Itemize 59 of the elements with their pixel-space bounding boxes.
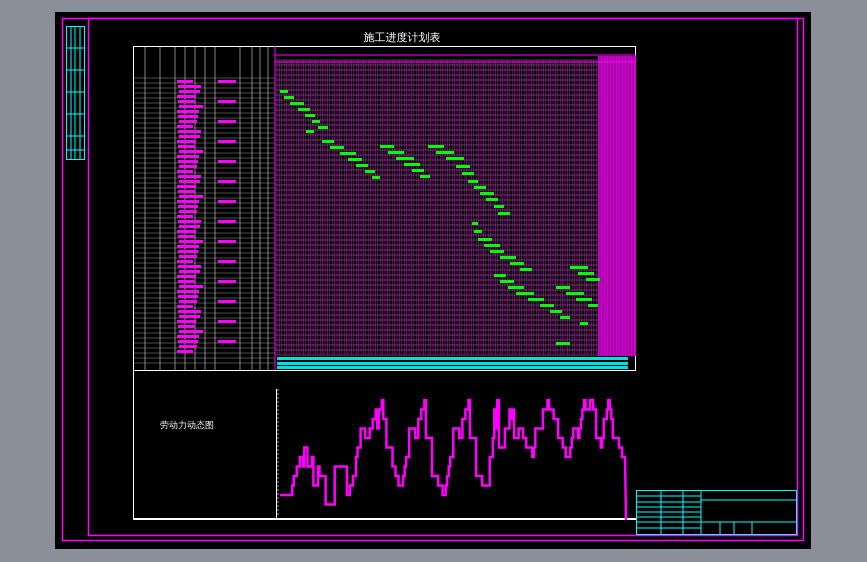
task-bar xyxy=(474,186,486,189)
task-bar xyxy=(520,268,532,271)
task-bar xyxy=(474,230,482,233)
task-bar xyxy=(462,172,474,175)
schedule-title: 施工进度计划表 xyxy=(364,31,440,44)
task-bar xyxy=(540,304,554,307)
task-bar xyxy=(322,140,334,143)
task-bar xyxy=(478,238,492,241)
task-bar xyxy=(508,286,524,289)
task-bar xyxy=(306,130,314,133)
task-bar xyxy=(472,222,478,225)
task-bar xyxy=(494,205,504,208)
task-bar xyxy=(500,280,514,283)
task-bar xyxy=(578,272,594,275)
task-bar xyxy=(486,198,498,201)
task-bar xyxy=(412,169,424,172)
task-bar xyxy=(436,151,454,154)
task-bar xyxy=(556,342,570,345)
task-bar xyxy=(480,192,494,195)
task-bar xyxy=(348,158,362,161)
task-bar xyxy=(456,165,470,168)
task-bar xyxy=(516,292,534,295)
task-bar xyxy=(404,163,420,166)
task-bar xyxy=(330,146,344,149)
task-bar xyxy=(494,274,506,277)
task-bar xyxy=(318,126,328,129)
task-bar xyxy=(570,266,588,269)
task-bar xyxy=(580,322,588,325)
task-bar xyxy=(312,120,320,123)
task-bar xyxy=(388,151,404,154)
task-bar xyxy=(428,145,444,148)
task-bar xyxy=(305,114,315,117)
task-bar xyxy=(380,145,394,148)
task-bar xyxy=(576,298,592,301)
task-bar xyxy=(280,90,288,93)
task-bar xyxy=(468,180,478,183)
task-bar xyxy=(298,108,310,111)
task-bar xyxy=(284,96,294,99)
chart-caption: 劳动力动态图 xyxy=(160,421,214,431)
task-bar xyxy=(340,152,356,155)
task-bar xyxy=(498,212,510,215)
task-bar xyxy=(510,262,524,265)
task-bar xyxy=(365,170,375,173)
task-bar xyxy=(396,157,414,160)
task-bar xyxy=(560,316,570,319)
task-bar xyxy=(566,292,584,295)
task-bar xyxy=(290,102,304,105)
task-bar xyxy=(372,176,380,179)
task-bar xyxy=(420,175,430,178)
task-bar xyxy=(556,286,570,289)
task-bar xyxy=(528,298,544,301)
task-bar xyxy=(490,250,504,253)
task-bar xyxy=(588,304,598,307)
task-bar xyxy=(500,256,516,259)
task-bar xyxy=(356,164,368,167)
task-bar xyxy=(586,278,600,281)
task-bar xyxy=(550,310,562,313)
task-bar xyxy=(446,157,464,160)
task-bar xyxy=(484,244,500,247)
